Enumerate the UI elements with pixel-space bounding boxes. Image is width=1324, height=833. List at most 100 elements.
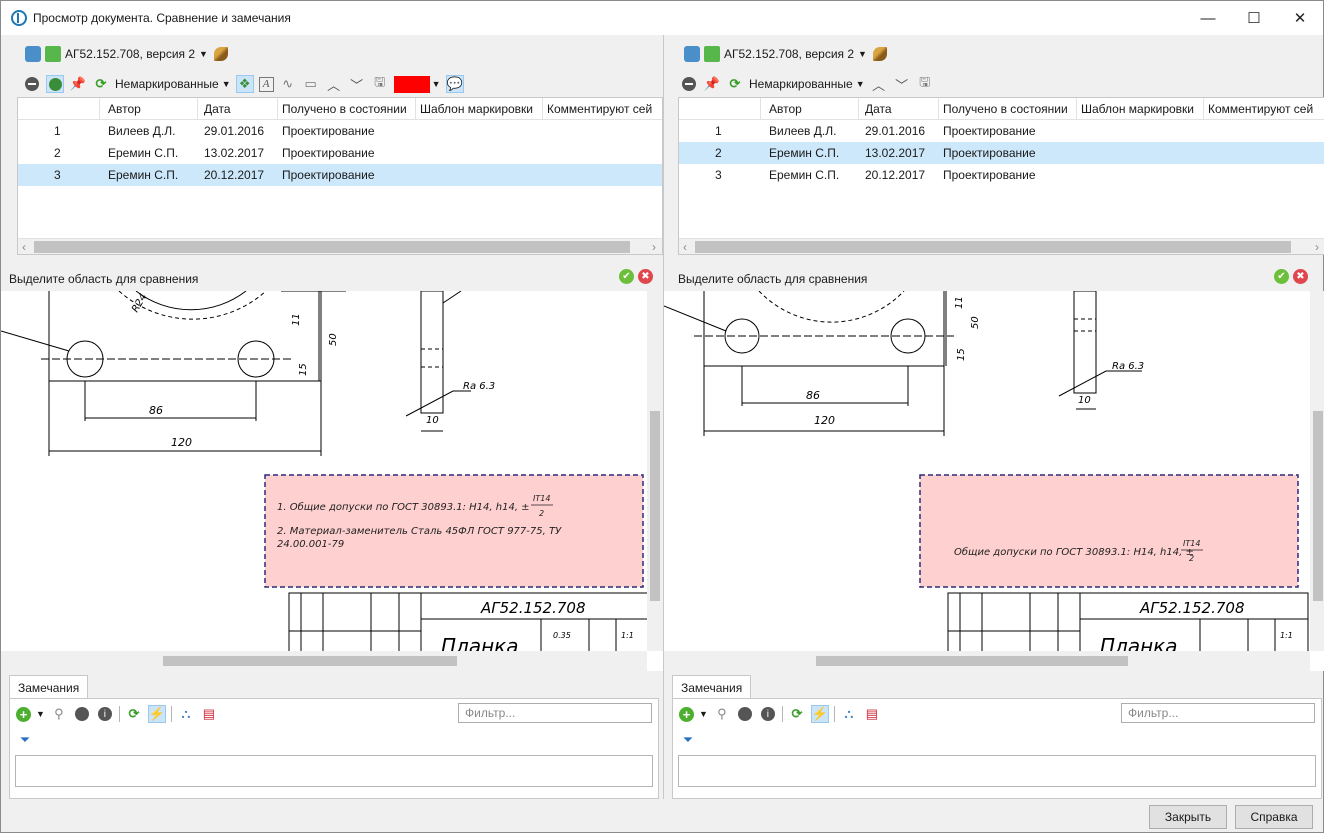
scroll-thumb[interactable] (163, 656, 457, 666)
chevron-up-icon[interactable]: ︿ (870, 75, 888, 93)
column-header[interactable]: Комментируют сей (1204, 98, 1324, 120)
funnel-icon[interactable]: ⏷ (679, 731, 697, 749)
drawing-canvas[interactable]: 86 120 11 50 15 Ra 6.3 10 Общие допуски … (664, 291, 1310, 651)
confirm-icon[interactable]: ✔ (1274, 269, 1289, 284)
info-icon[interactable]: i (96, 705, 114, 723)
horizontal-scrollbar[interactable] (664, 651, 1310, 671)
close-window-button[interactable]: ✕ (1277, 1, 1323, 35)
drawing-canvas[interactable]: R24 86 120 11 50 15 Ra 6.3 10 1. Общие д… (1, 291, 647, 651)
vertical-scrollbar[interactable] (1310, 291, 1324, 651)
scroll-thumb[interactable] (816, 656, 1128, 666)
column-header[interactable]: Комментируют сей (543, 98, 662, 120)
roughness-label: Ra 6.3 (463, 381, 495, 392)
column-header[interactable]: Автор (100, 98, 198, 120)
chevron-down-icon[interactable]: ﹀ (893, 75, 911, 93)
table-row[interactable]: 2 Еремин С.П. 13.02.2017 Проектирование (18, 142, 662, 164)
marking-filter-dropdown[interactable]: Немаркированные ▼ (749, 77, 865, 91)
info-icon[interactable]: i (759, 705, 777, 723)
chevron-down-icon[interactable]: ▼ (36, 709, 45, 719)
history-icon[interactable] (46, 75, 64, 93)
minimize-button[interactable]: — (1185, 1, 1231, 35)
chevron-down-icon[interactable]: ﹀ (348, 75, 366, 93)
column-header[interactable]: Дата (198, 98, 278, 120)
scroll-thumb[interactable] (650, 411, 660, 601)
table-row[interactable]: 1 Вилеев Д.Л. 29.01.2016 Проектирование (18, 120, 662, 142)
cancel-icon[interactable]: ✖ (1293, 269, 1308, 284)
column-header[interactable]: Получено в состоянии (939, 98, 1077, 120)
chevron-down-icon[interactable]: ▼ (699, 709, 708, 719)
remove-icon[interactable] (23, 75, 41, 93)
add-icon[interactable]: + (679, 706, 694, 722)
horizontal-scrollbar[interactable] (1, 651, 647, 671)
chevron-down-icon[interactable]: ▼ (432, 79, 441, 89)
link-icon[interactable]: ⚲ (713, 705, 731, 723)
scroll-thumb[interactable] (1313, 411, 1323, 601)
refresh-icon[interactable]: ⟳ (726, 75, 744, 93)
filter-input[interactable]: Фильтр... (458, 703, 652, 723)
remove-icon[interactable] (73, 705, 91, 723)
brush-icon[interactable] (872, 47, 887, 61)
comment-icon[interactable]: 💬 (445, 75, 464, 93)
version-select[interactable]: АГ52.152.708, версия 2 ▼ (684, 44, 867, 64)
color-swatch[interactable] (393, 75, 430, 93)
remove-icon[interactable] (736, 705, 754, 723)
filter-tool-icon[interactable]: ⚡ (147, 705, 166, 723)
vertical-scrollbar[interactable] (647, 291, 663, 651)
pin-icon[interactable]: 📌 (69, 75, 87, 93)
scroll-left-icon[interactable]: ‹ (22, 240, 26, 254)
tab-remarks[interactable]: Замечания (9, 675, 89, 699)
funnel-icon[interactable]: ⏷ (16, 731, 34, 749)
close-button[interactable]: Закрыть (1149, 805, 1227, 829)
maximize-button[interactable]: ☐ (1231, 1, 1277, 35)
remark-text-area[interactable] (15, 755, 653, 787)
column-header[interactable]: Шаблон маркировки (416, 98, 543, 120)
version-select[interactable]: АГ52.152.708, версия 2 ▼ (25, 44, 208, 64)
help-button[interactable]: Справка (1235, 805, 1313, 829)
highlight-region[interactable] (919, 474, 1299, 588)
pin-icon[interactable]: 📌 (703, 75, 721, 93)
compare-actions: ✔ ✖ (1274, 269, 1308, 284)
column-header[interactable]: Получено в состоянии (278, 98, 416, 120)
filter-input[interactable]: Фильтр... (1121, 703, 1315, 723)
window-icon[interactable]: ▭ (302, 75, 320, 93)
column-header[interactable]: Автор (761, 98, 859, 120)
table-row-selected[interactable]: 2 Еремин С.П. 13.02.2017 Проектирование (679, 142, 1324, 164)
tree-icon[interactable]: ⛬ (840, 705, 858, 723)
link-icon[interactable]: ⚲ (50, 705, 68, 723)
remove-icon[interactable] (680, 75, 698, 93)
column-header[interactable]: Шаблон маркировки (1077, 98, 1204, 120)
chevron-up-icon[interactable]: ︿ (325, 75, 343, 93)
marking-filter-dropdown[interactable]: Немаркированные ▼ (115, 77, 231, 91)
curve-icon[interactable]: ∿ (279, 75, 297, 93)
table-row[interactable]: 1 Вилеев Д.Л. 29.01.2016 Проектирование (679, 120, 1324, 142)
add-icon[interactable]: + (16, 706, 31, 722)
scroll-right-icon[interactable]: › (652, 240, 656, 254)
save-icon[interactable]: 🖫 (916, 74, 934, 93)
scroll-thumb[interactable] (695, 241, 1291, 253)
filter-tool-icon[interactable]: ⚡ (810, 705, 829, 723)
brush-icon[interactable] (213, 47, 228, 61)
export-icon[interactable]: ▤ (200, 705, 218, 723)
table-row[interactable]: 3 Еремин С.П. 20.12.2017 Проектирование (679, 164, 1324, 186)
refresh-icon[interactable]: ⟳ (788, 705, 806, 723)
tree-icon[interactable]: ⛬ (177, 705, 195, 723)
cancel-icon[interactable]: ✖ (638, 269, 653, 284)
horizontal-scrollbar[interactable]: ‹ › (18, 238, 662, 254)
refresh-icon[interactable]: ⟳ (125, 705, 143, 723)
table-row-selected[interactable]: 3 Еремин С.П. 20.12.2017 Проектирование (18, 164, 662, 186)
export-icon[interactable]: ▤ (863, 705, 881, 723)
horizontal-scrollbar[interactable]: ‹ › (679, 238, 1324, 254)
confirm-icon[interactable]: ✔ (619, 269, 634, 284)
column-header[interactable]: Дата (859, 98, 939, 120)
layers-icon[interactable]: ❖ (235, 75, 254, 93)
save-icon[interactable]: 🖫 (371, 74, 389, 93)
drawing-viewer[interactable]: 86 120 11 50 15 Ra 6.3 10 Общие допуски … (664, 291, 1324, 671)
remark-text-area[interactable] (678, 755, 1316, 787)
drawing-viewer[interactable]: R24 86 120 11 50 15 Ra 6.3 10 1. Общие д… (1, 291, 663, 671)
scroll-thumb[interactable] (34, 241, 630, 253)
text-icon[interactable]: A (258, 76, 274, 92)
refresh-icon[interactable]: ⟳ (92, 75, 110, 93)
scroll-left-icon[interactable]: ‹ (683, 240, 687, 254)
tab-remarks[interactable]: Замечания (672, 675, 752, 699)
scroll-right-icon[interactable]: › (1315, 240, 1319, 254)
